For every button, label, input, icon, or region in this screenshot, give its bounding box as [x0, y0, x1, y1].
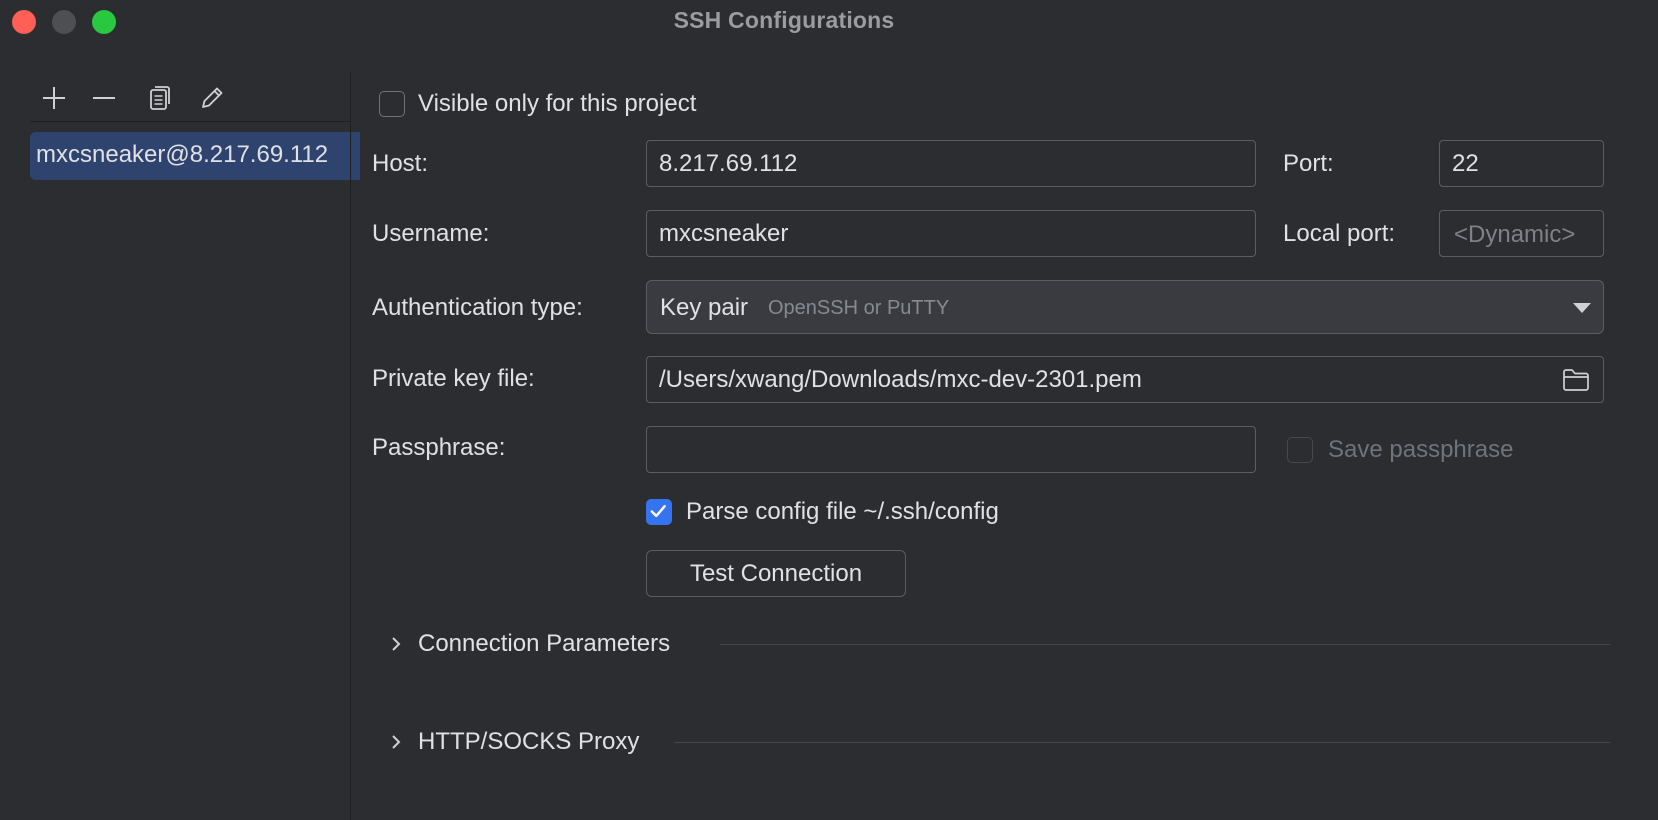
checkmark-icon	[650, 504, 666, 518]
auth-type-value: Key pair	[660, 294, 749, 321]
test-connection-button[interactable]: Test Connection	[646, 550, 906, 597]
title-bar: SSH Configurations	[0, 0, 1658, 46]
username-label: Username:	[372, 220, 490, 247]
parse-config-label: Parse config file ~/.ssh/config	[686, 498, 999, 525]
section-divider	[674, 742, 1610, 743]
host-input[interactable]: 8.217.69.112	[646, 140, 1256, 187]
auth-type-hint: OpenSSH or PuTTY	[768, 297, 950, 319]
local-port-placeholder: <Dynamic>	[1454, 221, 1576, 248]
dropdown-arrow-icon	[1573, 303, 1591, 313]
visible-only-label: Visible only for this project	[418, 90, 697, 117]
plus-icon	[43, 87, 65, 109]
passphrase-input[interactable]	[646, 426, 1256, 473]
save-passphrase-checkbox[interactable]	[1287, 437, 1313, 463]
port-input-value: 22	[1452, 150, 1479, 177]
http-socks-proxy-title: HTTP/SOCKS Proxy	[418, 728, 640, 755]
port-label: Port:	[1283, 150, 1334, 177]
host-input-value: 8.217.69.112	[659, 150, 798, 177]
edit-button[interactable]	[194, 80, 230, 116]
username-input[interactable]: mxcsneaker	[646, 210, 1256, 257]
visible-only-checkbox[interactable]	[379, 91, 405, 117]
folder-icon	[1563, 369, 1589, 391]
panel-divider[interactable]	[350, 72, 351, 820]
pencil-icon	[202, 87, 223, 108]
port-input[interactable]: 22	[1439, 140, 1604, 187]
minus-icon	[93, 97, 115, 99]
browse-folder-button[interactable]	[1561, 366, 1591, 394]
private-key-input[interactable]: /Users/xwang/Downloads/mxc-dev-2301.pem	[646, 356, 1604, 403]
connection-parameters-section[interactable]: Connection Parameters	[384, 626, 1610, 662]
connection-parameters-title: Connection Parameters	[418, 630, 671, 657]
window-title: SSH Configurations	[673, 7, 895, 33]
copy-button[interactable]	[141, 80, 177, 116]
private-key-label: Private key file:	[372, 365, 535, 392]
private-key-input-value: /Users/xwang/Downloads/mxc-dev-2301.pem	[659, 366, 1142, 393]
host-list-panel	[0, 70, 350, 820]
add-button[interactable]	[36, 80, 72, 116]
chevron-right-icon	[392, 735, 401, 749]
save-passphrase-label: Save passphrase	[1328, 436, 1514, 463]
local-port-input[interactable]: <Dynamic>	[1439, 210, 1604, 257]
auth-type-dropdown[interactable]: Key pair OpenSSH or PuTTY	[646, 280, 1604, 334]
chevron-right-icon	[392, 637, 401, 651]
host-list-item-label: mxcsneaker@8.217.69.112	[36, 141, 329, 168]
toolbar-separator	[30, 121, 350, 122]
parse-config-checkbox[interactable]	[646, 499, 672, 525]
http-socks-proxy-section[interactable]: HTTP/SOCKS Proxy	[384, 724, 1610, 760]
auth-type-label: Authentication type:	[372, 294, 583, 321]
section-divider	[720, 644, 1610, 645]
copy-icon	[150, 86, 170, 110]
username-input-value: mxcsneaker	[659, 220, 789, 247]
local-port-label: Local port:	[1283, 220, 1396, 247]
host-list-item[interactable]: mxcsneaker@8.217.69.112	[30, 132, 360, 180]
passphrase-label: Passphrase:	[372, 434, 506, 461]
remove-button[interactable]	[86, 80, 122, 116]
host-label: Host:	[372, 150, 429, 177]
